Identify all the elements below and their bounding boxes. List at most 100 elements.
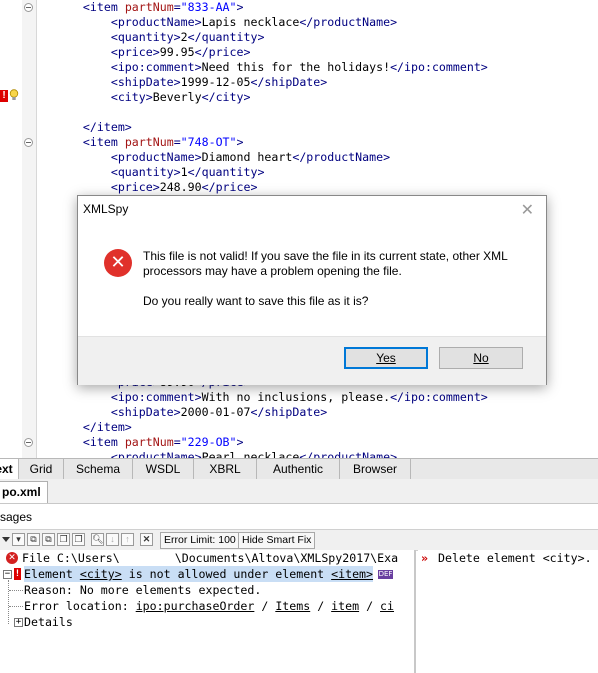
code-line[interactable]: <quantity>2</quantity> xyxy=(55,30,265,45)
tree-guide xyxy=(9,590,23,591)
fold-toggle-icon[interactable] xyxy=(24,438,33,447)
code-line[interactable]: <quantity>1</quantity> xyxy=(55,165,265,180)
code-line[interactable]: <city>Beverly</city> xyxy=(55,90,251,105)
view-tab-browser[interactable]: Browser xyxy=(340,459,411,479)
code-token: Lapis necklace xyxy=(201,15,300,29)
dialog-message: This file is not valid! If you save the … xyxy=(143,249,508,278)
expand-details-icon[interactable]: + xyxy=(14,618,23,627)
copy-icon[interactable]: ⧉ xyxy=(27,533,40,546)
validation-messages-pane: ✕ File C:\Users\ \Documents\Altova\XMLSpy… xyxy=(0,550,416,673)
code-line[interactable]: <productName>Lapis necklace</productName… xyxy=(55,15,397,30)
smart-fix-suggestion[interactable]: Delete element <city>. xyxy=(438,550,592,566)
error-message-row[interactable]: Element <city> is not allowed under elem… xyxy=(24,566,374,582)
code-token: <productName> xyxy=(110,450,202,458)
view-tab-grid[interactable]: Grid xyxy=(19,459,64,479)
view-tab-wsdl[interactable]: WSDL xyxy=(133,459,194,479)
code-line[interactable]: <productName>Pearl necklace</productName… xyxy=(55,450,397,458)
error-text: Element xyxy=(24,567,80,581)
close-icon[interactable]: ✕ xyxy=(521,200,534,219)
error-circle-icon: ✕ xyxy=(6,552,18,564)
code-token: </item> xyxy=(82,120,132,134)
error-flag-icon[interactable]: ! xyxy=(0,90,8,102)
definition-badge-icon[interactable]: DEF xyxy=(378,570,393,579)
error-text: is not allowed under element xyxy=(121,567,332,581)
code-token: <item xyxy=(82,435,125,449)
code-token: </ipo:comment> xyxy=(390,390,488,404)
find-previous-icon[interactable]: ↑ xyxy=(121,533,134,546)
code-line[interactable]: <item partNum="229-OB"> xyxy=(55,435,244,450)
view-tab-authentic[interactable]: Authentic xyxy=(257,459,340,479)
code-line[interactable]: </item> xyxy=(55,120,132,135)
code-line[interactable]: <shipDate>1999-12-05</shipDate> xyxy=(55,75,327,90)
error-parent-link[interactable]: <item> xyxy=(331,567,373,581)
view-tab-schema[interactable]: Schema xyxy=(64,459,133,479)
location-link[interactable]: item xyxy=(331,599,359,613)
code-token: partNum xyxy=(124,135,174,149)
file-path-prefix: File C:\Users\ xyxy=(22,551,120,565)
location-label: Error location: xyxy=(24,599,136,613)
smart-fix-arrow-icon: » xyxy=(421,551,428,565)
view-tab-xbrl[interactable]: XBRL xyxy=(194,459,257,479)
code-line[interactable]: <item partNum="833-AA"> xyxy=(55,0,244,15)
code-line[interactable]: <shipDate>2000-01-07</shipDate> xyxy=(55,405,327,420)
copy-message-icon[interactable]: ❐ xyxy=(57,533,70,546)
collapse-toggle-icon[interactable]: − xyxy=(3,570,12,579)
code-token: </price> xyxy=(194,45,251,59)
dialog-question: Do you really want to save this file as … xyxy=(143,294,369,308)
document-tab-po-xml[interactable]: po.xml * xyxy=(0,481,48,519)
view-tabs: extGridSchemaWSDLXBRLAuthenticBrowser xyxy=(0,458,598,480)
code-line[interactable]: <ipo:comment>Need this for the holidays!… xyxy=(55,60,488,75)
code-token: </shipDate> xyxy=(250,405,328,419)
code-token: <price> xyxy=(110,180,160,194)
location-link[interactable]: Items xyxy=(275,599,310,613)
error-element-link[interactable]: <city> xyxy=(80,567,122,581)
code-token: "748-OT" xyxy=(180,135,237,149)
no-button[interactable]: No xyxy=(439,347,523,369)
smart-fix-bulb-icon[interactable] xyxy=(9,89,19,101)
code-token: <item xyxy=(82,135,125,149)
fold-toggle-icon[interactable] xyxy=(24,138,33,147)
location-link[interactable]: ipo:purchaseOrder xyxy=(136,599,255,613)
yes-button[interactable]: Yes xyxy=(344,347,428,369)
code-token: "833-AA" xyxy=(180,0,237,14)
hide-smart-fix-button[interactable]: Hide Smart Fix xyxy=(238,532,316,549)
reason-row: Reason: No more elements expected. xyxy=(24,583,262,597)
fold-toggle-icon[interactable] xyxy=(24,3,33,12)
copy-all-icon[interactable]: ⧉ xyxy=(42,533,55,546)
toolbar-dropdown-icon[interactable] xyxy=(2,533,10,545)
code-token: </ipo:comment> xyxy=(390,60,488,74)
code-line[interactable]: <price>99.95</price> xyxy=(55,45,251,60)
error-limit-button[interactable]: Error Limit: 100 xyxy=(160,532,240,549)
clear-icon[interactable]: ✕ xyxy=(140,533,153,546)
copy-with-children-icon[interactable]: ❐ xyxy=(72,533,85,546)
code-token: Beverly xyxy=(152,90,202,104)
code-token: <item xyxy=(82,0,125,14)
code-token: <price> xyxy=(110,45,160,59)
code-line[interactable]: <ipo:comment>With no inclusions, please.… xyxy=(55,390,488,405)
file-message-row[interactable]: File C:\Users\ \Documents\Altova\XMLSpy20… xyxy=(22,550,398,566)
expand-icon[interactable]: ▾ xyxy=(12,533,25,546)
code-token: </productName> xyxy=(299,15,398,29)
location-link[interactable]: ci xyxy=(380,599,394,613)
find-icon[interactable]: 🔍︎ xyxy=(91,533,104,546)
find-next-icon[interactable]: ↓ xyxy=(106,533,119,546)
view-tab-ext[interactable]: ext xyxy=(0,459,19,479)
code-token: </price> xyxy=(201,180,258,194)
file-path-suffix: \Documents\Altova\XMLSpy2017\Exa xyxy=(174,551,399,565)
code-line[interactable]: <price>248.90</price> xyxy=(55,180,258,195)
details-row[interactable]: Details xyxy=(24,614,73,630)
code-line[interactable]: <item partNum="748-OT"> xyxy=(55,135,244,150)
code-token: <shipDate> xyxy=(110,405,181,419)
code-token: <productName> xyxy=(110,150,202,164)
code-token: "229-OB" xyxy=(180,435,237,449)
code-token: partNum xyxy=(124,0,174,14)
code-line[interactable]: </item> xyxy=(55,420,132,435)
code-line[interactable]: <productName>Diamond heart</productName> xyxy=(55,150,390,165)
